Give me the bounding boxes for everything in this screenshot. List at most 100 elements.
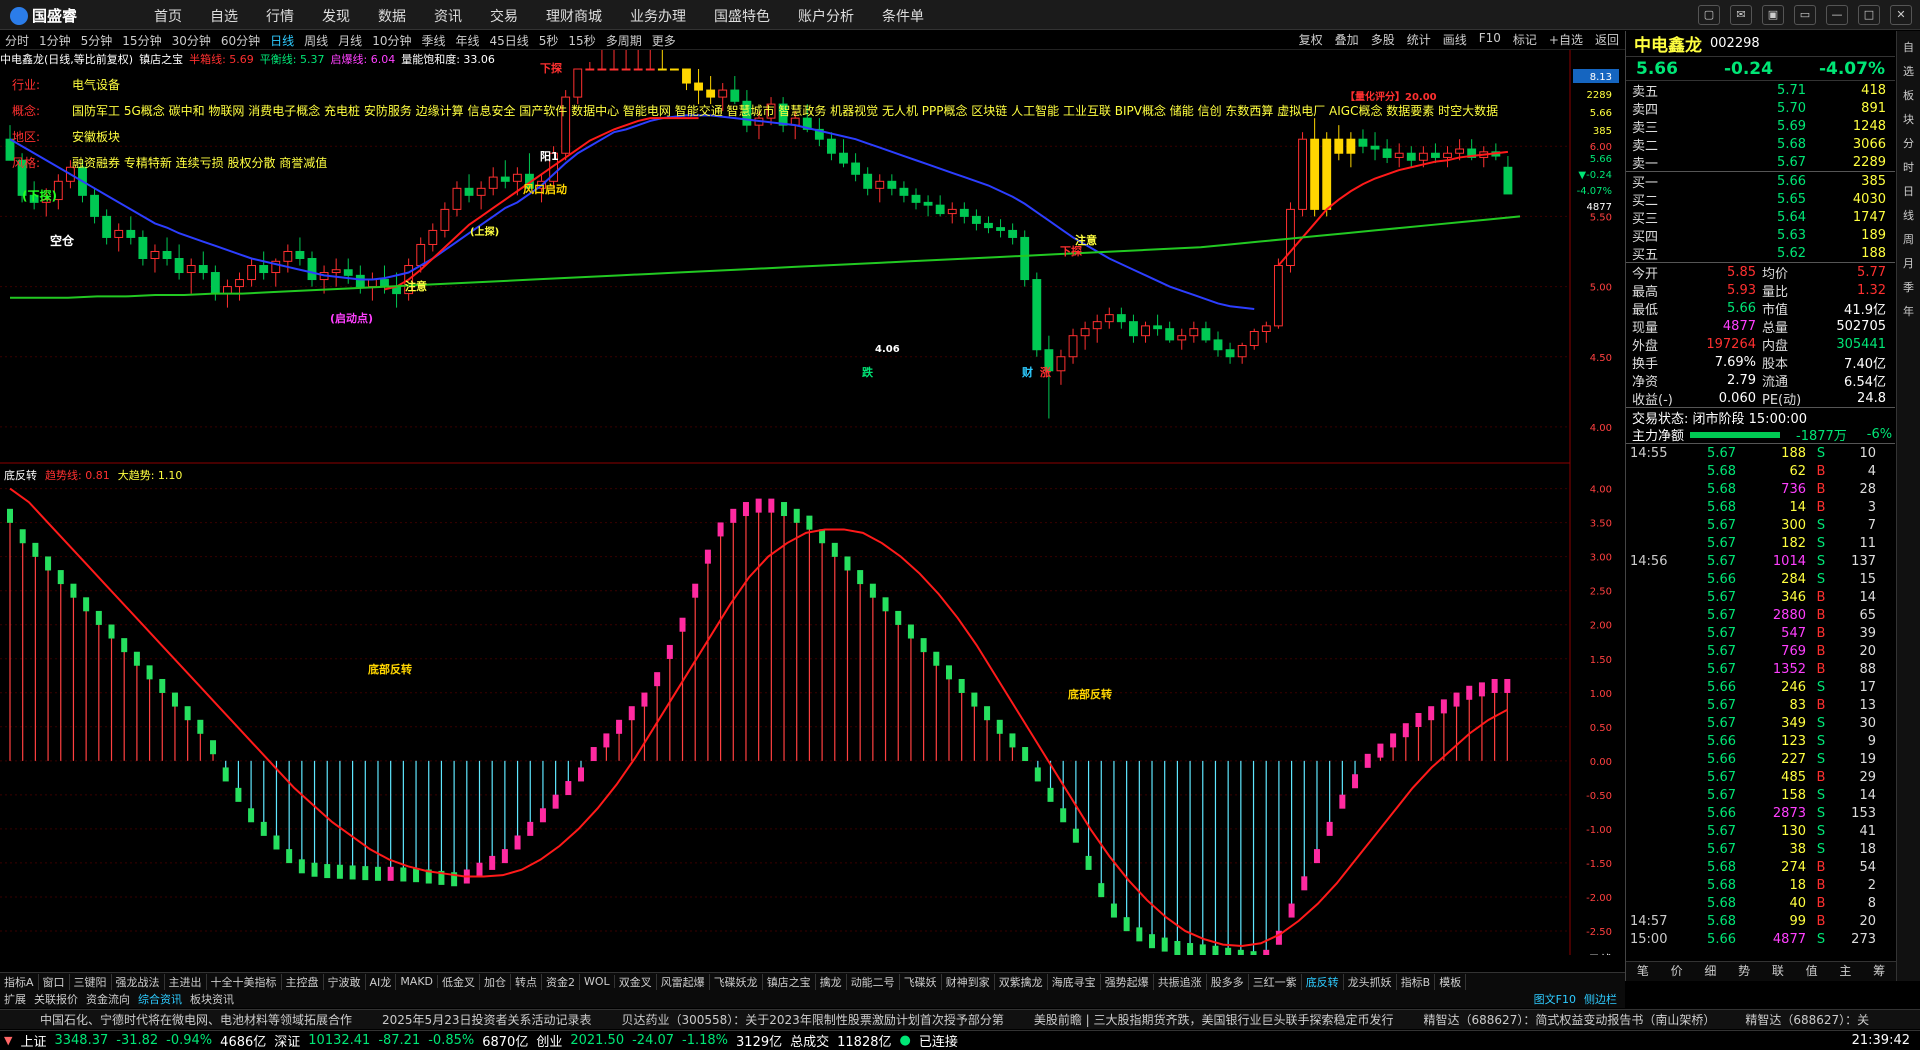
indicator-tab-15[interactable]: 双金叉: [615, 973, 657, 990]
book-row[interactable]: 买三 5.64 1747: [1626, 208, 1895, 227]
menu-item-6[interactable]: 交易: [476, 6, 532, 26]
indicator-tab-7[interactable]: 宁波敢: [324, 973, 366, 990]
indicator-tab-11[interactable]: 加仓: [480, 973, 512, 990]
chart-tool-7[interactable]: +自选: [1543, 31, 1589, 48]
indicator-tab-6[interactable]: 主控盘: [282, 973, 324, 990]
sub-indicator-name[interactable]: 底反转: [4, 467, 37, 483]
indicator-tab-14[interactable]: WOL: [580, 975, 615, 988]
indicator-tab-1[interactable]: 窗口: [39, 973, 70, 990]
side-item-1[interactable]: 选: [1897, 63, 1920, 79]
period-tab-2[interactable]: 5分钟: [76, 32, 118, 49]
period-tab-7[interactable]: 周线: [299, 32, 333, 49]
menu-item-10[interactable]: 账户分析: [784, 6, 868, 26]
maximize-icon[interactable]: □: [1858, 5, 1880, 25]
period-tab-3[interactable]: 15分钟: [117, 32, 166, 49]
side-item-4[interactable]: 分: [1897, 135, 1920, 151]
menu-item-1[interactable]: 自选: [196, 6, 252, 26]
book-row[interactable]: 卖二 5.68 3066: [1626, 135, 1895, 154]
side-item-6[interactable]: 日: [1897, 183, 1920, 199]
indicator-tab-16[interactable]: 风雷起爆: [657, 973, 710, 990]
tick-tab-6[interactable]: 主: [1829, 962, 1863, 981]
tick-tab-0[interactable]: 笔: [1626, 962, 1660, 981]
chart-tool-8[interactable]: 返回: [1589, 31, 1625, 48]
book-row[interactable]: 卖五 5.71 418: [1626, 81, 1895, 100]
period-tab-11[interactable]: 年线: [450, 32, 484, 49]
side-item-10[interactable]: 季: [1897, 279, 1920, 295]
indicator-tab-20[interactable]: 动能二号: [847, 973, 900, 990]
info-tab-3[interactable]: 综合资讯: [134, 991, 186, 1007]
side-item-11[interactable]: 年: [1897, 303, 1920, 319]
indicator-tab-24[interactable]: 海底寻宝: [1048, 973, 1101, 990]
news-item[interactable]: 中国石化、宁德时代将在微电网、电池材料等领域拓展合作: [40, 1011, 352, 1028]
menu-item-11[interactable]: 条件单: [868, 6, 938, 26]
tick-tab-3[interactable]: 势: [1727, 962, 1761, 981]
menu-item-9[interactable]: 国盛特色: [700, 6, 784, 26]
side-item-0[interactable]: 自: [1897, 39, 1920, 55]
indicator-name[interactable]: 镇店之宝: [139, 51, 183, 67]
side-item-3[interactable]: 块: [1897, 111, 1920, 127]
indicator-tab-17[interactable]: 飞碟妖龙: [710, 973, 763, 990]
news-item[interactable]: 贝达药业（300558）：关于2023年限制性股票激励计划首次授予部分第: [621, 1011, 1003, 1028]
mail-icon[interactable]: ✉: [1730, 5, 1752, 25]
book-row[interactable]: 买二 5.65 4030: [1626, 190, 1895, 209]
side-item-5[interactable]: 时: [1897, 159, 1920, 175]
menu-item-4[interactable]: 数据: [364, 6, 420, 26]
close-icon[interactable]: ✕: [1890, 5, 1912, 25]
news-item[interactable]: 2025年5月23日投资者关系活动记录表: [382, 1011, 591, 1028]
side-item-9[interactable]: 月: [1897, 255, 1920, 271]
indicator-tab-12[interactable]: 转点: [511, 973, 543, 990]
indicator-tab-2[interactable]: 三键阳: [70, 973, 112, 990]
period-tab-1[interactable]: 1分钟: [34, 32, 76, 49]
tag-value[interactable]: 融资融券 专精特新 连续亏损 股权分散 商誉减值: [72, 156, 327, 170]
menu-item-8[interactable]: 业务办理: [616, 6, 700, 26]
indicator-tab-5[interactable]: 十全十美指标: [207, 973, 282, 990]
book-row[interactable]: 卖一 5.67 2289: [1626, 153, 1895, 172]
screen-icon[interactable]: ▭: [1794, 5, 1816, 25]
indicator-tab-32[interactable]: 模板: [1435, 973, 1467, 990]
side-item-8[interactable]: 周: [1897, 231, 1920, 247]
menu-item-5[interactable]: 资讯: [420, 6, 476, 26]
chart-tool-2[interactable]: 多股: [1365, 31, 1401, 48]
sz-label[interactable]: 深证: [270, 1031, 304, 1050]
sh-label[interactable]: 上证: [16, 1031, 50, 1050]
book-row[interactable]: 卖四 5.70 891: [1626, 99, 1895, 118]
indicator-tab-28[interactable]: 三红一紫: [1249, 973, 1302, 990]
period-tab-0[interactable]: 分时: [0, 32, 34, 49]
info-tab-0[interactable]: 扩展: [0, 991, 30, 1007]
period-tab-8[interactable]: 月线: [333, 32, 367, 49]
chart-tool-0[interactable]: 复权: [1293, 31, 1329, 48]
indicator-tab-8[interactable]: AI龙: [366, 973, 397, 990]
chart-tool-6[interactable]: 标记: [1507, 31, 1543, 48]
tick-tab-2[interactable]: 细: [1694, 962, 1728, 981]
minimize-icon[interactable]: —: [1826, 5, 1848, 25]
tag-value[interactable]: 国防军工 5G概念 碳中和 物联网 消费电子概念 充电桩 安防服务 边缘计算 信…: [72, 104, 1498, 118]
bottom-right-tool-0[interactable]: 图文F10: [1530, 993, 1580, 1006]
period-tab-5[interactable]: 60分钟: [216, 32, 265, 49]
indicator-tab-3[interactable]: 强龙战法: [112, 973, 165, 990]
tick-tab-1[interactable]: 价: [1660, 962, 1694, 981]
tick-tab-4[interactable]: 联: [1761, 962, 1795, 981]
chart-tool-3[interactable]: 统计: [1401, 31, 1437, 48]
info-tab-4[interactable]: 板块资讯: [186, 991, 238, 1007]
news-item[interactable]: 精智达（688627）：简式权益变动报告书（南山架桥）: [1424, 1011, 1716, 1028]
indicator-tab-21[interactable]: 飞碟妖: [900, 973, 942, 990]
info-tab-1[interactable]: 关联报价: [30, 991, 82, 1007]
side-item-7[interactable]: 线: [1897, 207, 1920, 223]
news-item[interactable]: 美股前瞻 | 三大股指期货齐跌，美国银行业巨头联手探索稳定币发行: [1034, 1011, 1394, 1028]
chart-tool-4[interactable]: 画线: [1437, 31, 1473, 48]
chart-tool-1[interactable]: 叠加: [1329, 31, 1365, 48]
toolbox-icon[interactable]: ▣: [1762, 5, 1784, 25]
period-tab-12[interactable]: 45日线: [485, 32, 534, 49]
menu-item-7[interactable]: 理财商城: [532, 6, 616, 26]
book-row[interactable]: 买五 5.62 188: [1626, 244, 1895, 263]
indicator-tab-19[interactable]: 擒龙: [816, 973, 847, 990]
indicator-tab-10[interactable]: 低金叉: [438, 973, 481, 990]
period-tab-15[interactable]: 多周期: [601, 32, 647, 49]
indicator-tab-18[interactable]: 镇店之宝: [763, 973, 816, 990]
menu-item-3[interactable]: 发现: [308, 6, 364, 26]
app-logo[interactable]: 国盛睿: [10, 5, 77, 26]
book-row[interactable]: 买一 5.66 385: [1626, 172, 1895, 191]
tag-value[interactable]: 电气设备: [72, 78, 120, 92]
chart-tool-5[interactable]: F10: [1473, 31, 1507, 48]
indicator-tab-9[interactable]: MAKD: [396, 975, 439, 988]
